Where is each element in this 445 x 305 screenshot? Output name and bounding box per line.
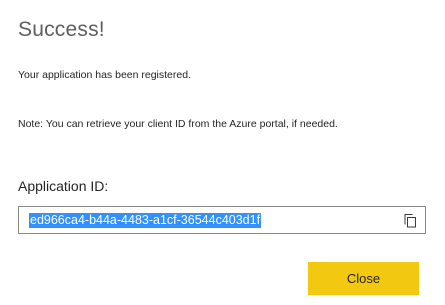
application-id-field[interactable]: ed966ca4-b44a-4483-a1cf-36544c403d1f	[18, 206, 426, 234]
application-id-label: Application ID:	[18, 178, 109, 194]
application-id-value[interactable]: ed966ca4-b44a-4483-a1cf-36544c403d1f	[29, 213, 262, 228]
success-dialog: Success! Your application has been regis…	[0, 0, 445, 305]
client-id-note: Note: You can retrieve your client ID fr…	[18, 118, 338, 130]
close-button[interactable]: Close	[308, 262, 419, 295]
success-message: Your application has been registered.	[18, 69, 191, 81]
dialog-title: Success!	[18, 18, 105, 41]
copy-icon[interactable]	[403, 213, 417, 228]
